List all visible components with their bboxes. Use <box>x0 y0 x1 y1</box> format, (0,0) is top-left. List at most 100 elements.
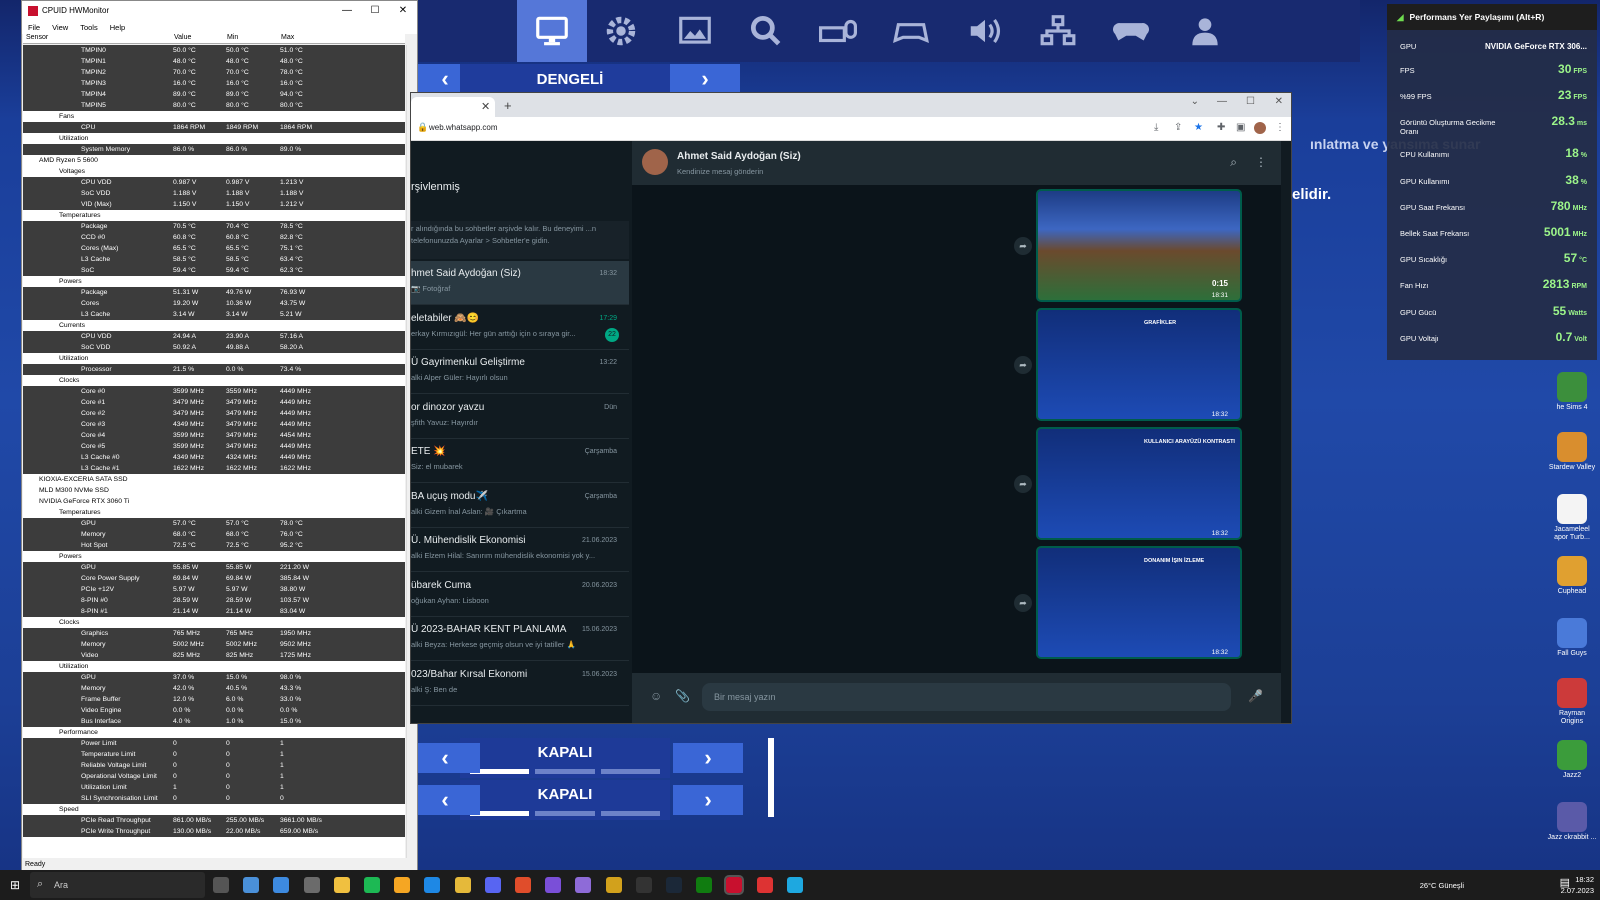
steam-link-icon[interactable] <box>394 877 411 893</box>
spotify-icon[interactable] <box>364 877 380 893</box>
maximize-icon[interactable]: ☐ <box>1246 96 1255 107</box>
microphone-icon[interactable]: 🎤 <box>1248 689 1263 703</box>
network-icon[interactable] <box>1035 10 1081 52</box>
sensor-row[interactable]: Memory 42.0 % 40.5 % 43.3 % <box>23 683 405 694</box>
next-arrow-button[interactable]: › <box>673 743 743 773</box>
sensor-row[interactable]: TMPIN4 89.0 °C 89.0 °C 94.0 °C <box>23 89 405 100</box>
new-tab-icon[interactable]: + <box>504 98 512 113</box>
edge-icon[interactable] <box>424 877 441 893</box>
steam-icon[interactable] <box>666 877 682 893</box>
prev-arrow-button[interactable]: ‹ <box>410 743 480 773</box>
monitor-icon[interactable] <box>517 0 587 62</box>
chat-header[interactable]: Ahmet Said Aydoğan (Siz) Kendinize mesaj… <box>632 141 1281 185</box>
next-arrow-button[interactable]: › <box>670 64 740 94</box>
emoji-icon[interactable]: ☺ <box>650 689 662 703</box>
sensor-row[interactable]: SLI Synchronisation Limit 0 0 0 <box>23 793 405 804</box>
task-view-icon[interactable] <box>213 877 229 893</box>
image-message[interactable]: GRAFİKLER 18:32 <box>1036 308 1242 421</box>
menu-help[interactable]: Help <box>110 23 125 32</box>
sensor-row[interactable]: TMPIN2 70.0 °C 70.0 °C 78.0 °C <box>23 67 405 78</box>
sensor-row[interactable]: System Memory 86.0 % 86.0 % 89.0 % <box>23 144 405 155</box>
sensor-row[interactable]: L3 Cache #0 4349 MHz 4324 MHz 4449 MHz <box>23 452 405 463</box>
sensor-row[interactable]: GPU 57.0 °C 57.0 °C 78.0 °C <box>23 518 405 529</box>
search-icon[interactable]: ⌕ <box>1230 155 1237 170</box>
game-launcher-icon[interactable] <box>515 877 531 893</box>
sensor-row[interactable]: 8-PIN #1 21.14 W 21.14 W 83.04 W <box>23 606 405 617</box>
sensor-row[interactable]: Core #1 3479 MHz 3479 MHz 4449 MHz <box>23 397 405 408</box>
scrollbar[interactable] <box>768 738 774 817</box>
chevron-down-icon[interactable]: ⌄ <box>1191 96 1199 107</box>
weather-widget[interactable]: 26°C Güneşli <box>1420 880 1464 891</box>
sensor-group[interactable]: Performance <box>23 727 405 738</box>
gamepad-icon[interactable] <box>1108 10 1154 52</box>
message-input[interactable]: Bir mesaj yazın <box>702 683 1231 711</box>
sensor-row[interactable]: CPU 1864 RPM 1849 RPM 1864 RPM <box>23 122 405 133</box>
close-icon[interactable]: ✕ <box>389 1 417 20</box>
more-icon[interactable]: ⋮ <box>1275 122 1285 133</box>
sensor-group[interactable]: Temperatures <box>23 507 405 518</box>
display-settings-icon[interactable] <box>672 10 718 52</box>
mail-icon[interactable] <box>273 877 290 893</box>
sensor-group[interactable]: Utilization <box>23 353 405 364</box>
amd-icon[interactable] <box>756 877 773 893</box>
menu-icon[interactable]: ⋮ <box>1255 155 1267 169</box>
sensor-row[interactable]: Reliable Voltage Limit 0 0 1 <box>23 760 405 771</box>
chat-list-item[interactable]: or dinozor yavzu şfith Yavuz: Hayırdır Dün <box>411 395 629 439</box>
sensor-row[interactable]: L3 Cache 58.5 °C 58.5 °C 63.4 °C <box>23 254 405 265</box>
app-icon[interactable] <box>575 877 592 893</box>
sensor-group[interactable]: Fans <box>23 111 405 122</box>
windows-start-icon[interactable]: ⊞ <box>10 878 20 892</box>
sensor-row[interactable]: Core #4 3599 MHz 3479 MHz 4454 MHz <box>23 430 405 441</box>
sensor-group[interactable]: KIOXIA-EXCERIA SATA SSD <box>23 474 405 485</box>
close-icon[interactable]: ✕ <box>1275 96 1283 107</box>
sensor-row[interactable]: Frame Buffer 12.0 % 6.0 % 33.0 % <box>23 694 405 705</box>
sensor-row[interactable]: Video 825 MHz 825 MHz 1725 MHz <box>23 650 405 661</box>
image-message[interactable]: DONANIM İŞIN İZLEME 18:32 <box>1036 546 1242 659</box>
sensor-row[interactable]: CCD #0 60.8 °C 60.8 °C 82.8 °C <box>23 232 405 243</box>
sensor-row[interactable]: Core #0 3599 MHz 3559 MHz 4449 MHz <box>23 386 405 397</box>
discord-icon[interactable] <box>484 877 501 893</box>
taskbar-search[interactable]: Ara <box>30 872 205 898</box>
tab-close-icon[interactable]: ✕ <box>481 100 490 113</box>
desktop-shortcut[interactable]: Rayman Origins <box>1547 678 1597 726</box>
hwmonitor-icon[interactable] <box>724 875 745 895</box>
sensor-row[interactable]: SoC VDD 1.188 V 1.188 V 1.188 V <box>23 188 405 199</box>
sensor-row[interactable]: L3 Cache #1 1622 MHz 1622 MHz 1622 MHz <box>23 463 405 474</box>
minimize-icon[interactable]: — <box>333 1 361 20</box>
sensor-row[interactable]: Cores 19.20 W 10.36 W 43.75 W <box>23 298 405 309</box>
menu-view[interactable]: View <box>52 23 68 32</box>
column-value[interactable]: Value <box>174 34 191 41</box>
column-max[interactable]: Max <box>281 34 294 41</box>
sensor-group[interactable]: Powers <box>23 276 405 287</box>
desktop-shortcut[interactable]: Jacameleel apor Turb... <box>1547 494 1597 542</box>
desktop-shortcut[interactable]: Cuphead <box>1547 556 1597 596</box>
sensor-row[interactable]: Memory 5002 MHz 5002 MHz 9502 MHz <box>23 639 405 650</box>
sensor-group[interactable]: MLD M300 NVMe SSD <box>23 485 405 496</box>
chrome-icon[interactable] <box>454 877 471 893</box>
column-min[interactable]: Min <box>227 34 238 41</box>
chat-list-item[interactable]: eletabiler 🙈😊 erkay Kırmızıgül: Her gün a… <box>411 306 629 350</box>
sensor-group[interactable]: NVIDIA GeForce RTX 3060 Ti <box>23 496 405 507</box>
next-arrow-button[interactable]: › <box>673 785 743 815</box>
install-icon[interactable]: ⤓ <box>1154 122 1158 133</box>
calculator-icon[interactable] <box>303 877 320 893</box>
column-sensor[interactable]: Sensor <box>26 34 48 41</box>
sensor-row[interactable]: TMPIN3 16.0 °C 16.0 °C 16.0 °C <box>23 78 405 89</box>
sensor-row[interactable]: Cores (Max) 65.5 °C 65.5 °C 75.1 °C <box>23 243 405 254</box>
sensor-row[interactable]: CPU VDD 24.94 A 23.90 A 57.16 A <box>23 331 405 342</box>
account-icon[interactable] <box>1182 10 1228 52</box>
sensor-group[interactable]: Temperatures <box>23 210 405 221</box>
desktop-shortcut[interactable]: Fall Guys <box>1547 618 1597 658</box>
desktop-shortcut[interactable]: Jazz ckrabbit ... <box>1547 802 1597 842</box>
sensor-row[interactable]: Temperature Limit 0 0 1 <box>23 749 405 760</box>
xbox-icon[interactable] <box>696 877 713 893</box>
gear-icon[interactable] <box>598 10 644 52</box>
sensor-row[interactable]: Processor 21.5 % 0.0 % 73.4 % <box>23 364 405 375</box>
forward-icon[interactable]: ➦ <box>1014 594 1032 612</box>
off-setting-2[interactable]: KAPALI <box>460 780 670 820</box>
image-message[interactable]: KULLANICI ARAYÜZÜ KONTRASTI 18:32 <box>1036 427 1242 540</box>
sensor-row[interactable]: Core #5 3599 MHz 3479 MHz 4449 MHz <box>23 441 405 452</box>
sensor-row[interactable]: Operational Voltage Limit 0 0 1 <box>23 771 405 782</box>
gear-wrench-icon[interactable] <box>743 10 789 52</box>
photo-icon[interactable] <box>786 877 803 893</box>
